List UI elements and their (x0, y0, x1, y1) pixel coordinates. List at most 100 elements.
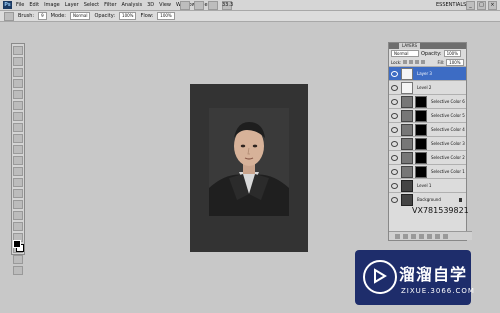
visibility-eye-icon[interactable] (391, 98, 398, 105)
visibility-eye-icon[interactable] (391, 196, 398, 203)
brush-size-field[interactable]: 9 (38, 12, 47, 20)
flow-field[interactable]: 100% (157, 12, 175, 20)
move-tool-icon[interactable] (13, 46, 23, 55)
opacity-label: Opacity: (421, 50, 442, 57)
lock-all-icon[interactable] (421, 60, 426, 64)
layer-name: Selective Color 6 (431, 99, 465, 104)
layer-opacity-field[interactable]: 100% (443, 50, 461, 57)
lock-pixels-icon[interactable] (409, 60, 414, 64)
portrait-illustration (209, 108, 289, 216)
crop-tool-icon[interactable] (13, 90, 23, 99)
adjustment-thumbnail (401, 137, 413, 150)
layer-row[interactable]: Selective Color 2 (389, 150, 466, 164)
visibility-eye-icon[interactable] (391, 182, 398, 189)
link-layers-icon[interactable] (395, 233, 400, 239)
mode-select[interactable]: Normal (69, 12, 91, 20)
foreground-color-swatch[interactable] (13, 240, 21, 248)
fill-label: Fill: (437, 59, 445, 65)
hand-tool-icon[interactable] (13, 255, 23, 264)
layer-row[interactable]: Level 2 (389, 80, 466, 94)
stamp-tool-icon[interactable] (13, 134, 23, 143)
layer-style-icon[interactable] (403, 233, 408, 239)
zoom-level[interactable]: 33.3 (222, 2, 233, 8)
menu-analysis[interactable]: Analysis (122, 2, 143, 8)
visibility-eye-icon[interactable] (391, 140, 398, 147)
lock-row: Lock: Fill: 100% (389, 58, 466, 66)
layers-panel-footer (389, 231, 472, 240)
visibility-eye-icon[interactable] (391, 168, 398, 175)
mini-bridge-icon[interactable] (194, 1, 204, 10)
layer-row[interactable]: Selective Color 4 (389, 122, 466, 136)
blend-mode-select[interactable]: Normal (391, 50, 419, 57)
layers-panel-header: LAYERS (389, 43, 466, 49)
zoom-tool-icon[interactable] (13, 266, 23, 275)
new-layer-icon[interactable] (435, 233, 440, 239)
close-icon[interactable]: × (488, 1, 497, 10)
layer-row[interactable]: Layer 3 (389, 66, 466, 80)
menu-image[interactable]: Image (44, 2, 60, 8)
grid-icon[interactable] (208, 1, 218, 10)
quick-select-tool-icon[interactable] (13, 79, 23, 88)
new-adjustment-icon[interactable] (419, 233, 424, 239)
tab-layers[interactable]: LAYERS (399, 43, 421, 49)
history-brush-tool-icon[interactable] (13, 145, 23, 154)
eyedropper-tool-icon[interactable] (13, 101, 23, 110)
visibility-eye-icon[interactable] (391, 70, 398, 77)
opacity-field[interactable]: 100% (119, 12, 137, 20)
visibility-eye-icon[interactable] (391, 154, 398, 161)
menu-layer[interactable]: Layer (65, 2, 79, 8)
gradient-tool-icon[interactable] (13, 167, 23, 176)
brush-tool-icon[interactable] (13, 123, 23, 132)
options-bar: Brush: 9 Mode: Normal Opacity: 100% Flow… (0, 11, 500, 22)
layer-row[interactable]: Selective Color 5 (389, 108, 466, 122)
path-select-tool-icon[interactable] (13, 222, 23, 231)
mask-thumbnail (415, 151, 427, 164)
eraser-tool-icon[interactable] (13, 156, 23, 165)
dodge-tool-icon[interactable] (13, 189, 23, 198)
mask-thumbnail (415, 165, 427, 178)
lock-icon (459, 197, 462, 202)
minimize-icon[interactable]: _ (466, 1, 475, 10)
lasso-tool-icon[interactable] (13, 68, 23, 77)
menu-3d[interactable]: 3D (147, 2, 154, 8)
type-tool-icon[interactable] (13, 211, 23, 220)
new-group-icon[interactable] (427, 233, 432, 239)
opacity-label: Opacity: (94, 13, 116, 19)
layer-row[interactable]: Level 1 (389, 178, 466, 192)
visibility-eye-icon[interactable] (391, 84, 398, 91)
fill-field[interactable]: 100% (446, 58, 464, 66)
menu-view[interactable]: View (159, 2, 171, 8)
marquee-tool-icon[interactable] (13, 57, 23, 66)
layer-row[interactable]: Selective Color 1 (389, 164, 466, 178)
play-logo-icon (363, 260, 397, 294)
menu-select[interactable]: Select (84, 2, 99, 8)
layer-row[interactable]: Selective Color 6 (389, 94, 466, 108)
document-canvas[interactable] (190, 84, 308, 252)
pen-tool-icon[interactable] (13, 200, 23, 209)
window-controls: _ □ × (466, 1, 497, 10)
layer-name: Level 2 (417, 85, 432, 90)
bridge-icon[interactable] (180, 1, 190, 10)
layer-row[interactable]: Background (389, 192, 466, 206)
menu-edit[interactable]: Edit (29, 2, 39, 8)
visibility-eye-icon[interactable] (391, 112, 398, 119)
delete-layer-icon[interactable] (443, 233, 448, 239)
layer-name: Layer 3 (417, 71, 432, 76)
visibility-eye-icon[interactable] (391, 126, 398, 133)
healing-tool-icon[interactable] (13, 112, 23, 121)
blend-row: Normal Opacity: 100% (389, 49, 466, 58)
lock-position-icon[interactable] (415, 60, 420, 64)
menu-filter[interactable]: Filter (104, 2, 116, 8)
menu-file[interactable]: File (16, 2, 24, 8)
maximize-icon[interactable]: □ (477, 1, 486, 10)
adjustment-thumbnail (401, 123, 413, 136)
layer-name: Background (417, 197, 441, 202)
workspace-switcher[interactable]: ESSENTIALS (436, 2, 466, 8)
layer-row[interactable]: Selective Color 3 (389, 136, 466, 150)
layer-thumbnail (401, 179, 413, 192)
brush-tool-icon[interactable] (4, 11, 14, 21)
lock-transparency-icon[interactable] (403, 60, 408, 64)
blur-tool-icon[interactable] (13, 178, 23, 187)
add-mask-icon[interactable] (411, 233, 416, 239)
layer-name: Selective Color 3 (431, 141, 465, 146)
